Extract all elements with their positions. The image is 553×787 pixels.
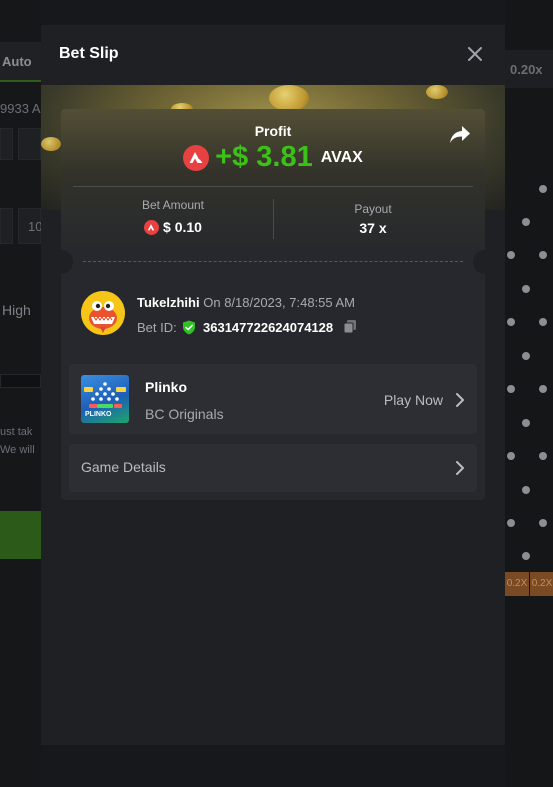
bet-id-value: 363147722624074128 — [203, 320, 334, 335]
bg-slider — [0, 374, 41, 388]
game-row[interactable]: PLINKO Plinko BC Originals Play Now — [69, 364, 477, 434]
bg-plinko-board — [505, 0, 553, 787]
bet-id-row: Bet ID: 363147722624074128 — [137, 319, 357, 337]
bet-amount-text: $ 0.10 — [163, 219, 202, 235]
play-now-link[interactable]: Play Now — [384, 392, 443, 408]
player-info: Tukelzhihi On 8/18/2023, 7:48:55 AM — [137, 295, 355, 310]
modal-title: Bet Slip — [59, 45, 119, 62]
bg-risk-text: High — [2, 302, 31, 318]
bg-tab-auto: Auto — [0, 42, 41, 82]
peg — [539, 452, 547, 460]
peg — [539, 251, 547, 259]
bg-bucket: 0.2X — [505, 572, 529, 596]
peg — [507, 251, 515, 259]
peg — [507, 452, 515, 460]
peg — [522, 419, 530, 427]
peg — [507, 519, 515, 527]
bg-control-panel — [0, 0, 41, 787]
ticket-notch-right — [473, 250, 497, 274]
payout-value: 37 x — [359, 220, 387, 236]
payout-label: Payout — [354, 202, 392, 216]
coin-decoration — [41, 137, 61, 151]
game-details-row[interactable]: Game Details — [69, 444, 477, 492]
profit-row: +$ 3.81 AVAX — [61, 141, 485, 174]
profit-currency: AVAX — [320, 148, 363, 166]
shield-check-icon — [183, 320, 196, 335]
game-details-label: Game Details — [81, 459, 166, 475]
peg — [539, 318, 547, 326]
bet-amount-label: Bet Amount — [141, 198, 205, 212]
peg — [522, 352, 530, 360]
bg-balance-text: 9933 A — [0, 101, 41, 116]
bg-last-multiplier: 0.20x — [505, 50, 553, 88]
close-icon — [468, 47, 482, 61]
ticket-perforation — [83, 261, 463, 262]
peg — [507, 385, 515, 393]
coin-decoration — [426, 85, 448, 99]
peg — [507, 318, 515, 326]
bet-slip-modal: Bet Slip Profit +$ 3.81 AVAX Bet Amount … — [41, 25, 505, 745]
bg-notice-text: ust tak — [0, 426, 33, 438]
avatar[interactable] — [81, 291, 125, 335]
coin-decoration — [269, 85, 309, 111]
peg — [522, 486, 530, 494]
bg-input-box — [0, 208, 13, 244]
plinko-game-thumbnail: PLINKO — [81, 375, 129, 423]
bg-notice-text: We will — [0, 444, 35, 456]
ticket-notch-left — [49, 250, 73, 274]
chevron-right-icon — [456, 461, 464, 475]
bg-bucket: 0.2X — [530, 572, 553, 596]
share-icon[interactable] — [449, 125, 471, 145]
peg — [539, 185, 547, 193]
avax-icon — [144, 219, 160, 235]
peg — [522, 552, 530, 560]
bet-amount-value: $ 0.10 — [73, 219, 273, 235]
peg — [522, 285, 530, 293]
bet-id-label: Bet ID: — [137, 320, 177, 335]
profit-amount: +$ 3.81 — [215, 141, 313, 173]
copy-icon[interactable] — [343, 319, 357, 337]
bet-date: On 8/18/2023, 7:48:55 AM — [203, 295, 356, 310]
player-name[interactable]: Tukelzhihi — [137, 295, 200, 310]
avax-icon — [183, 144, 210, 171]
bet-detail-card: Profit +$ 3.81 AVAX Bet Amount $ 0.10 Pay… — [49, 109, 497, 500]
peg — [539, 385, 547, 393]
peg — [539, 519, 547, 527]
bg-input-box — [0, 128, 13, 160]
game-provider: BC Originals — [145, 406, 224, 422]
chevron-right-icon — [456, 393, 464, 407]
peg — [522, 218, 530, 226]
game-name: Plinko — [145, 379, 188, 395]
bg-bet-button — [0, 511, 41, 559]
bg-input-box — [18, 128, 41, 160]
modal-header: Bet Slip — [41, 25, 505, 85]
player-row: Tukelzhihi On 8/18/2023, 7:48:55 AM Bet … — [81, 291, 471, 341]
close-button[interactable] — [463, 42, 487, 66]
profit-label: Profit — [254, 123, 292, 139]
thumbnail-caption: PLINKO — [85, 411, 112, 418]
divider — [73, 186, 473, 187]
